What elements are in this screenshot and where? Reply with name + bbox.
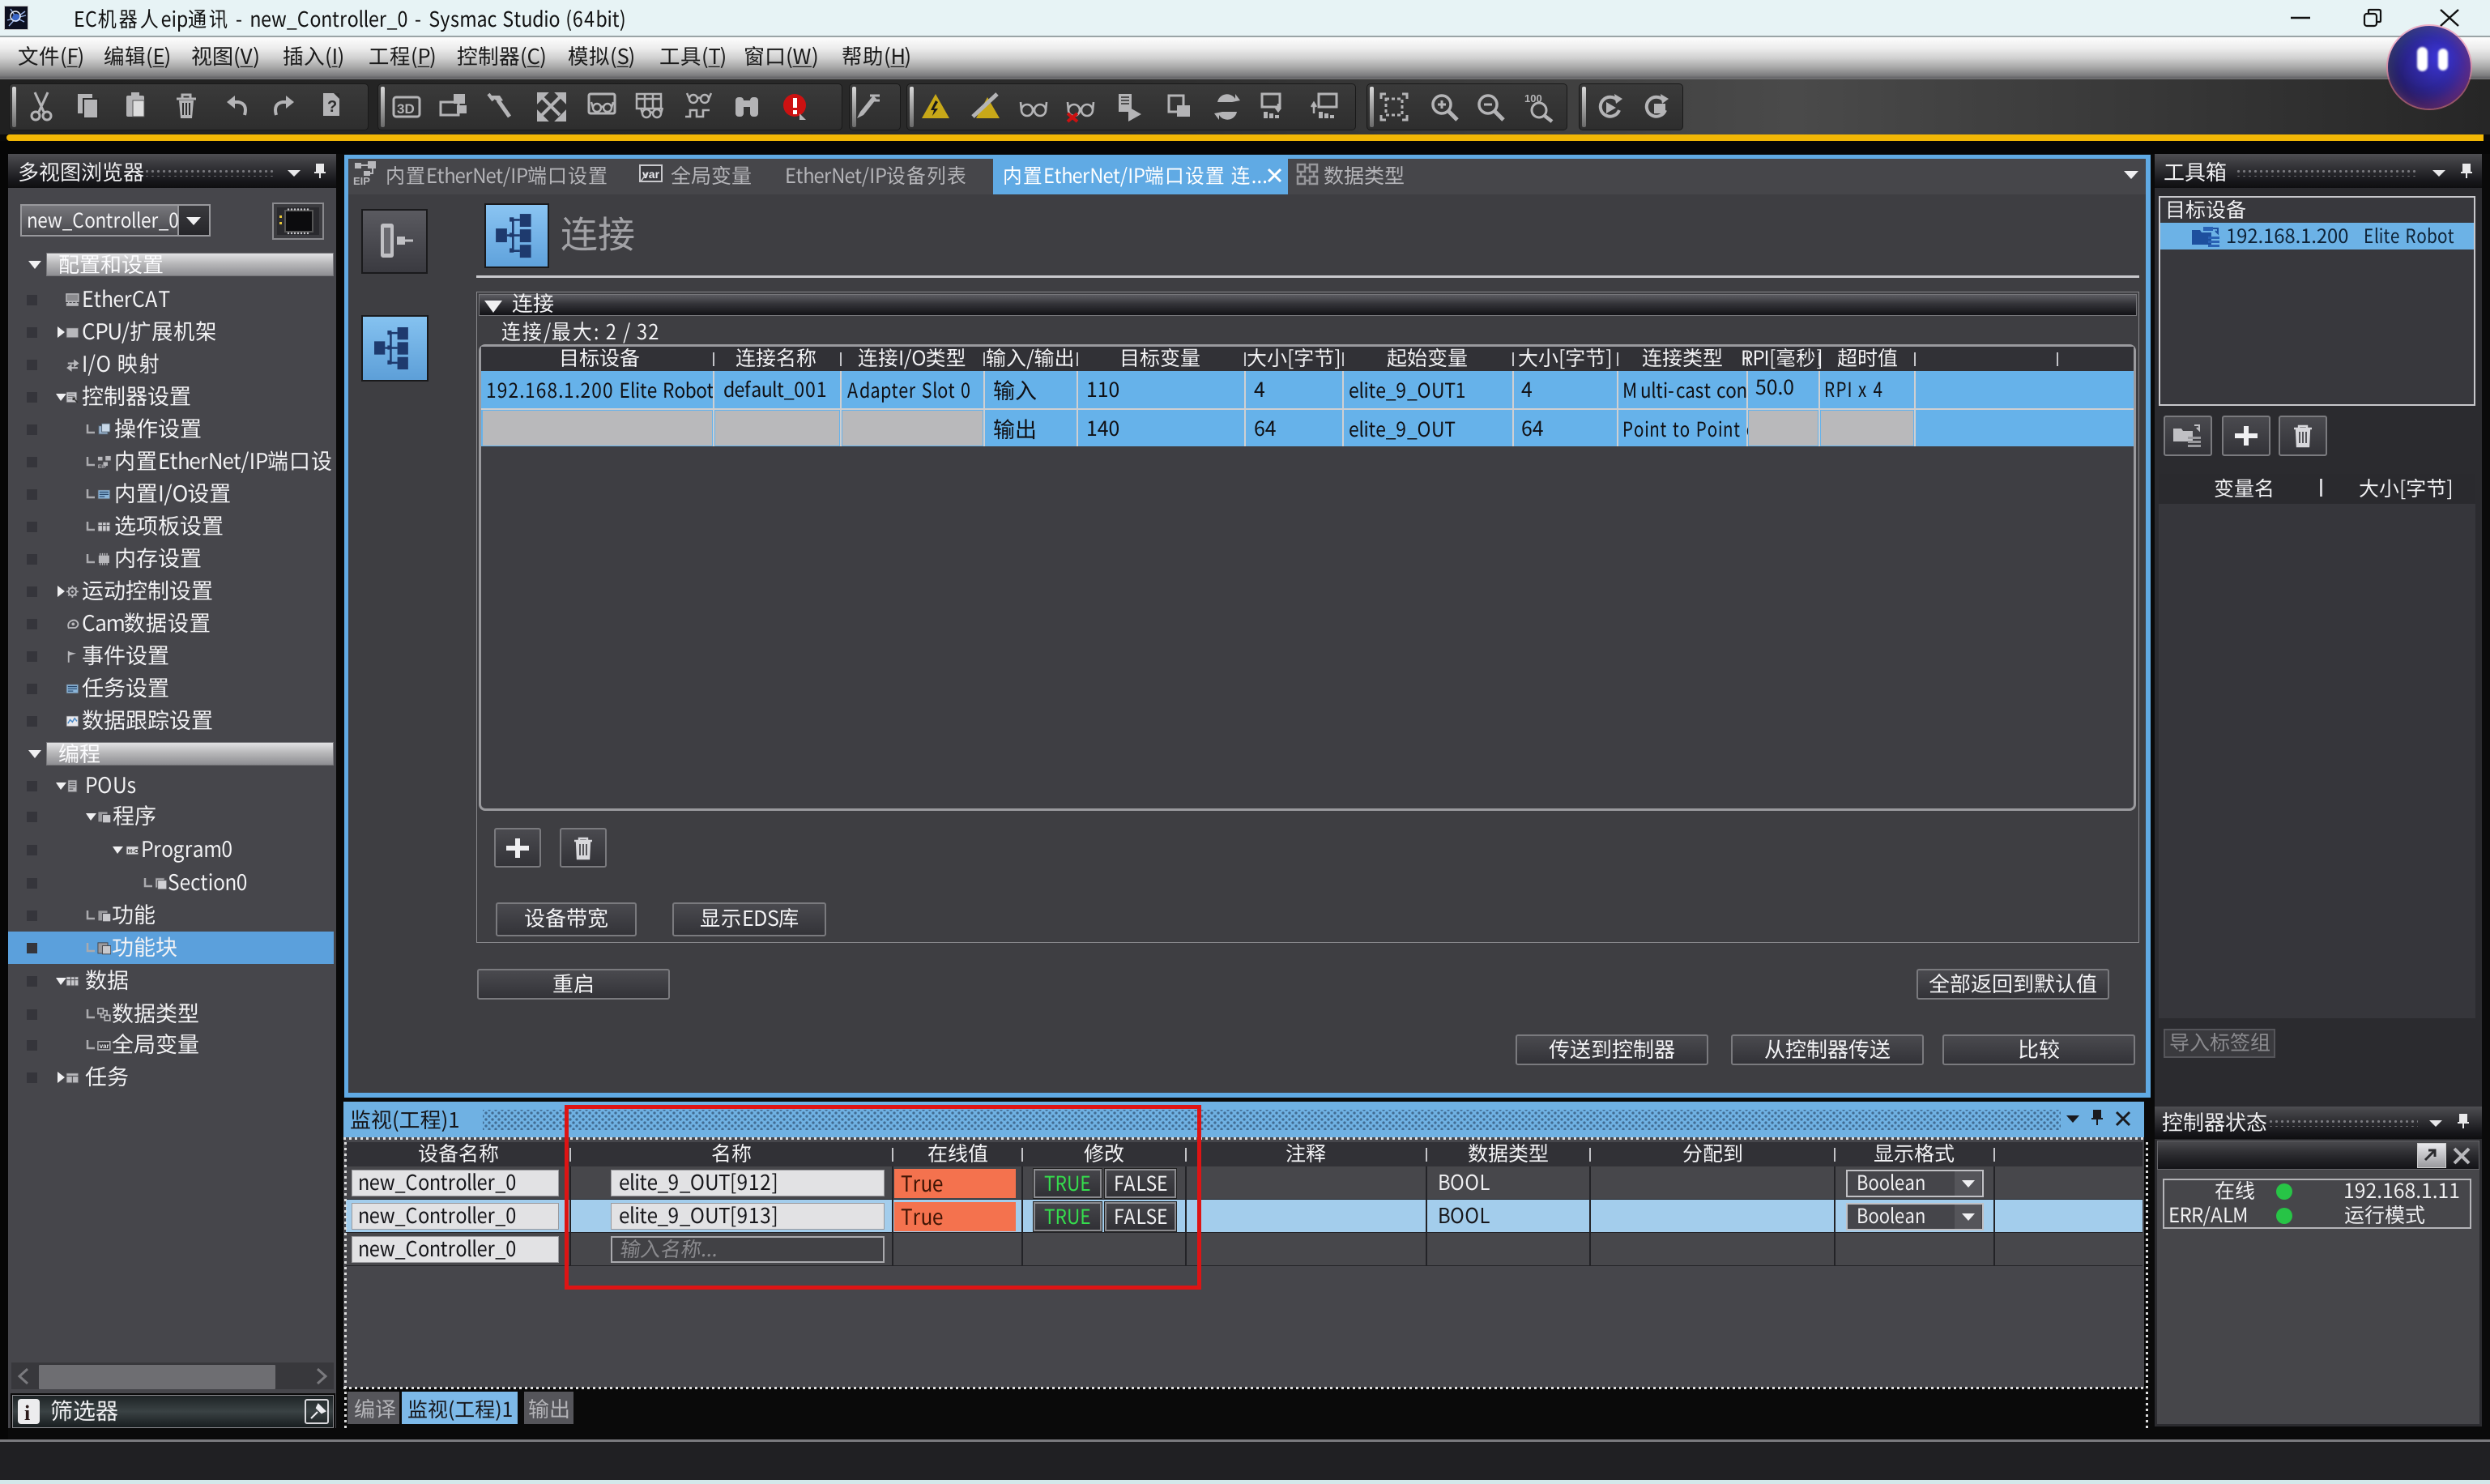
svg-text:var: var (642, 168, 660, 181)
svg-text:?: ? (327, 98, 337, 116)
svg-text:EIP: EIP (353, 175, 370, 186)
svg-text:var: var (100, 1043, 109, 1050)
svg-text:EIP: EIP (98, 464, 107, 469)
svg-text:3D: 3D (397, 101, 415, 117)
svg-text:H-O: H-O (128, 847, 139, 855)
